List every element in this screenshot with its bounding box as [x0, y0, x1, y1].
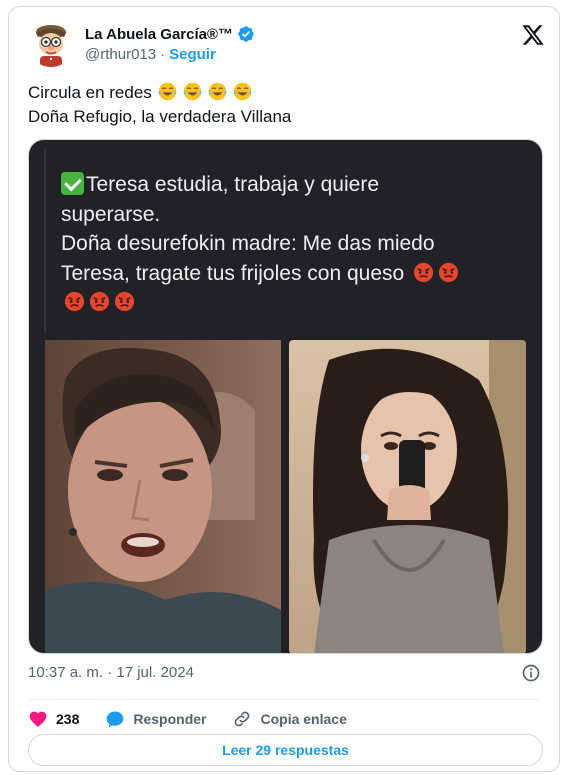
meme-text: Teresa estudia, trabaja y quiere superar…: [61, 170, 531, 318]
follow-button[interactable]: Seguir: [169, 46, 216, 63]
angry-face-emoji: [64, 291, 85, 312]
divider: [28, 699, 541, 700]
handle[interactable]: @rthur013: [85, 46, 156, 63]
chat-bubble-icon: [107, 711, 124, 728]
angry-face-emoji: [438, 262, 459, 282]
tweet-card: La Abuela García®™ @rthur013 · Seguir Ci…: [8, 6, 560, 772]
reply-label: Responder: [133, 711, 207, 727]
tears-of-joy-emoji-group: [157, 82, 257, 102]
separator: ·: [160, 46, 166, 63]
copy-link-button[interactable]: Copia enlace: [232, 709, 347, 729]
handle-row: @rthur013 · Seguir: [85, 46, 216, 63]
tweet-line-2: Doña Refugio, la verdadera Villana: [28, 107, 292, 126]
meme-frame-line: [44, 148, 46, 333]
likes-count: 238: [56, 711, 80, 727]
tears-of-joy-emoji: [158, 82, 176, 101]
action-bar: 238 Responder Copia enlace: [28, 705, 373, 733]
heart-icon: [29, 711, 47, 727]
meme-line-4: Teresa, tragate tus frijoles con queso: [61, 259, 531, 289]
x-logo-icon[interactable]: [521, 23, 545, 47]
tweet-header: La Abuela García®™ @rthur013 · Seguir: [27, 19, 547, 71]
meme-line-5: [61, 288, 531, 318]
verified-badge-icon: [238, 26, 254, 42]
read-replies-button[interactable]: Leer 29 respuestas: [28, 734, 543, 766]
link-icon: [235, 711, 250, 727]
meme-line-1: Teresa estudia, trabaja y quiere: [61, 170, 531, 200]
meme-photo-left: [45, 340, 281, 653]
display-name[interactable]: La Abuela García®™: [85, 26, 233, 43]
like-button[interactable]: 238: [28, 709, 79, 729]
meme-photo-right: [289, 340, 526, 653]
tears-of-joy-emoji: [183, 82, 201, 101]
tweet-timestamp[interactable]: 10:37 a. m. · 17 jul. 2024: [28, 664, 194, 681]
angry-face-emoji: [413, 262, 434, 282]
angry-face-emoji: [114, 291, 135, 312]
avatar[interactable]: [27, 19, 75, 67]
tears-of-joy-emoji: [233, 82, 251, 101]
check-mark-emoji: [61, 172, 84, 195]
angry-face-emoji: [89, 291, 110, 312]
tweet-line-1: Circula en redes: [28, 81, 291, 105]
name-row: La Abuela García®™: [85, 25, 255, 43]
media-image[interactable]: Teresa estudia, trabaja y quiere superar…: [28, 139, 543, 654]
copy-link-label: Copia enlace: [260, 711, 347, 727]
meme-line-3: Doña desurefokin madre: Me das miedo: [61, 232, 435, 255]
meme-line-2: superarse.: [61, 202, 161, 226]
reply-button[interactable]: Responder: [105, 709, 206, 729]
info-icon[interactable]: [521, 663, 541, 683]
tears-of-joy-emoji: [208, 82, 226, 101]
tweet-text: Circula en redes Doña Refugio, la verdad…: [28, 81, 291, 129]
